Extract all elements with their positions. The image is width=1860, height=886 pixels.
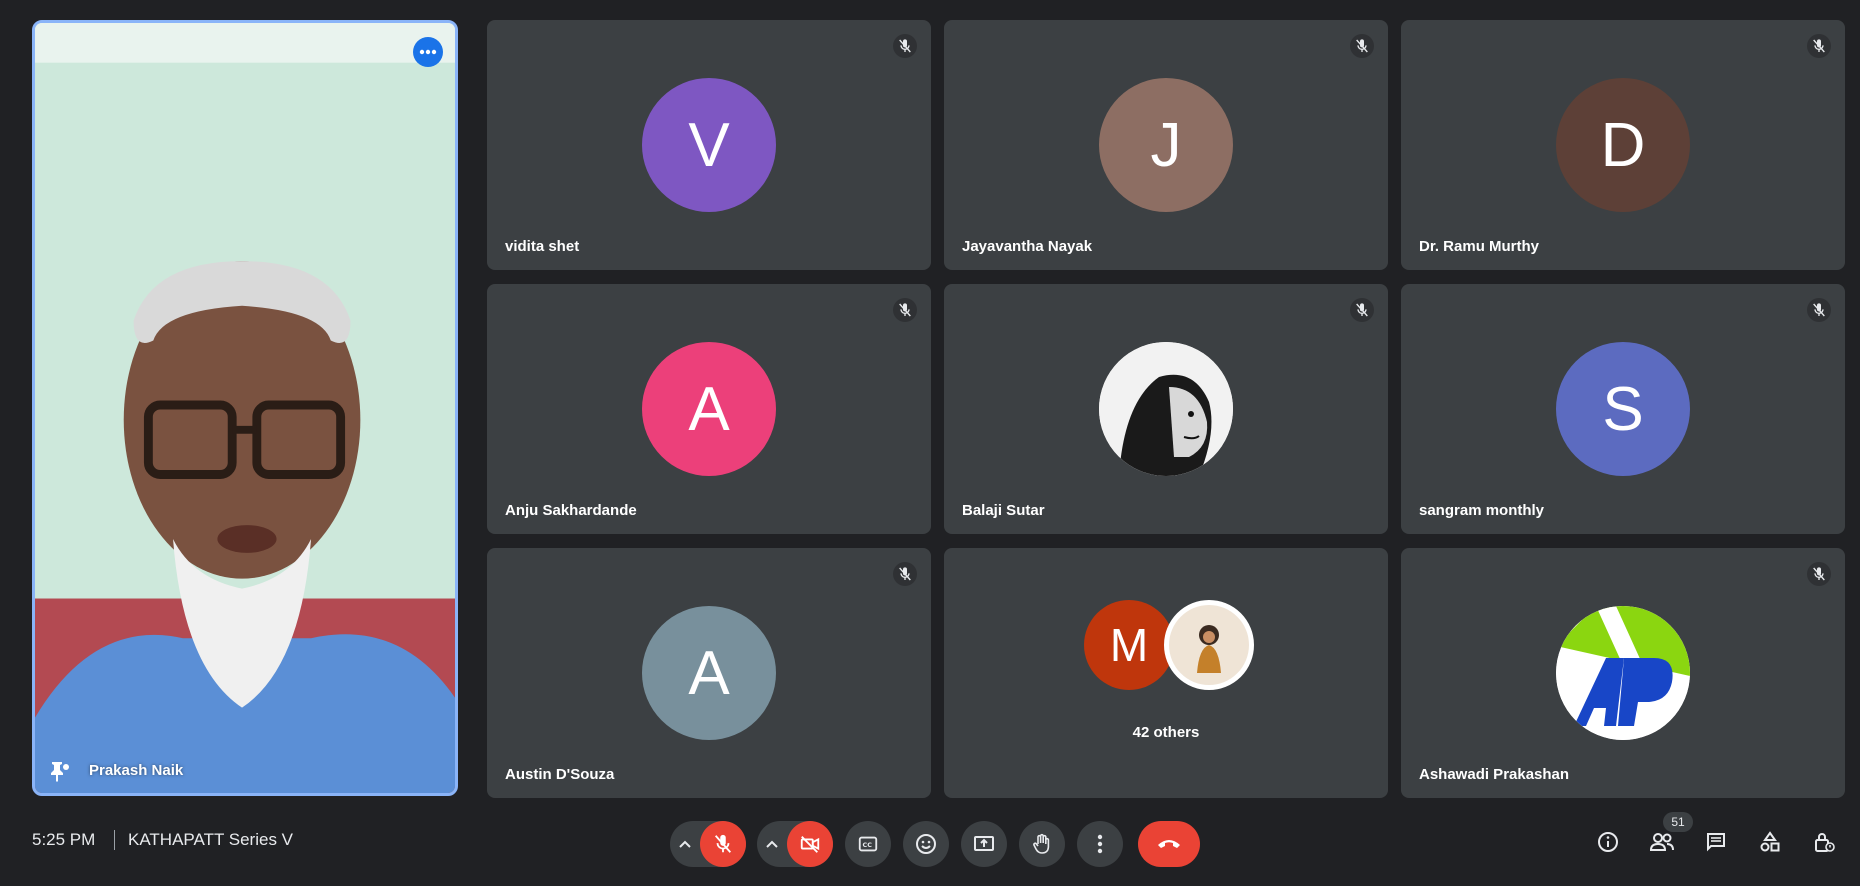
participant-name: Balaji Sutar xyxy=(962,502,1045,519)
participant-tile[interactable]: Balaji Sutar xyxy=(944,284,1388,534)
avatar: J xyxy=(1099,78,1233,212)
participant-name: Anju Sakhardande xyxy=(505,502,637,519)
mic-off-icon xyxy=(893,34,917,58)
avatar: A xyxy=(642,606,776,740)
mic-off-icon xyxy=(1807,298,1831,322)
more-options-icon[interactable] xyxy=(1077,821,1123,867)
avatar: V xyxy=(642,78,776,212)
participant-tile[interactable]: A Anju Sakhardande xyxy=(487,284,931,534)
participant-name: Jayavantha Nayak xyxy=(962,238,1093,255)
speaker-video xyxy=(35,23,455,793)
participant-tile[interactable]: S sangram monthly xyxy=(1401,284,1845,534)
participant-tile[interactable]: J Jayavantha Nayak xyxy=(944,20,1388,270)
participant-tile[interactable]: V vidita shet xyxy=(487,20,931,270)
avatar: S xyxy=(1556,342,1690,476)
emoji-icon[interactable] xyxy=(903,821,949,867)
camera-control-group xyxy=(757,821,833,867)
avatar: D xyxy=(1556,78,1690,212)
mic-off-icon[interactable] xyxy=(700,821,746,867)
mic-off-icon xyxy=(1807,562,1831,586)
others-count: 42 others xyxy=(1132,724,1200,741)
avatar-photo xyxy=(1164,600,1254,690)
speaker-name: Prakash Naik xyxy=(89,762,184,779)
chevron-up-icon[interactable] xyxy=(757,821,787,867)
meet-stage: Prakash Naik V vidita shet J Jayavantha … xyxy=(0,0,1860,886)
participant-name: Austin D'Souza xyxy=(505,766,615,783)
participant-tile[interactable]: D Dr. Ramu Murthy xyxy=(1401,20,1845,270)
host-controls-icon[interactable] xyxy=(1806,824,1842,860)
more-options-icon[interactable] xyxy=(413,37,443,67)
mic-off-icon xyxy=(1807,34,1831,58)
control-bar: 5:25 PM KATHAPATT Series V CC 51 xyxy=(0,808,1860,876)
end-call-icon[interactable] xyxy=(1138,821,1200,867)
people-icon[interactable] xyxy=(1644,824,1680,860)
divider xyxy=(114,830,115,850)
mic-off-icon xyxy=(893,562,917,586)
activities-icon[interactable] xyxy=(1752,824,1788,860)
avatar-logo xyxy=(1556,606,1690,740)
avatar-photo xyxy=(1099,342,1233,476)
avatar: A xyxy=(642,342,776,476)
svg-text:CC: CC xyxy=(863,841,873,849)
participant-name: sangram monthly xyxy=(1419,502,1545,519)
info-icon[interactable] xyxy=(1590,824,1626,860)
pin-icon[interactable] xyxy=(47,759,71,783)
chevron-up-icon[interactable] xyxy=(670,821,700,867)
camera-off-icon[interactable] xyxy=(787,821,833,867)
captions-icon[interactable]: CC xyxy=(845,821,891,867)
others-tile[interactable]: M 42 others xyxy=(944,548,1388,798)
mic-off-icon xyxy=(1350,298,1374,322)
meeting-title: KATHAPATT Series V xyxy=(128,830,294,849)
speaker-tile[interactable]: Prakash Naik xyxy=(32,20,458,796)
participant-name: Dr. Ramu Murthy xyxy=(1419,238,1540,255)
chat-icon[interactable] xyxy=(1698,824,1734,860)
raise-hand-icon[interactable] xyxy=(1019,821,1065,867)
participant-name: vidita shet xyxy=(505,238,580,255)
mic-control-group xyxy=(670,821,746,867)
participant-name: Ashawadi Prakashan xyxy=(1419,766,1570,783)
mic-off-icon xyxy=(893,298,917,322)
avatar: M xyxy=(1084,600,1174,690)
present-screen-icon[interactable] xyxy=(961,821,1007,867)
meeting-time: 5:25 PM xyxy=(32,830,96,849)
participant-tile[interactable]: Ashawadi Prakashan xyxy=(1401,548,1845,798)
participant-tile[interactable]: A Austin D'Souza xyxy=(487,548,931,798)
mic-off-icon xyxy=(1350,34,1374,58)
